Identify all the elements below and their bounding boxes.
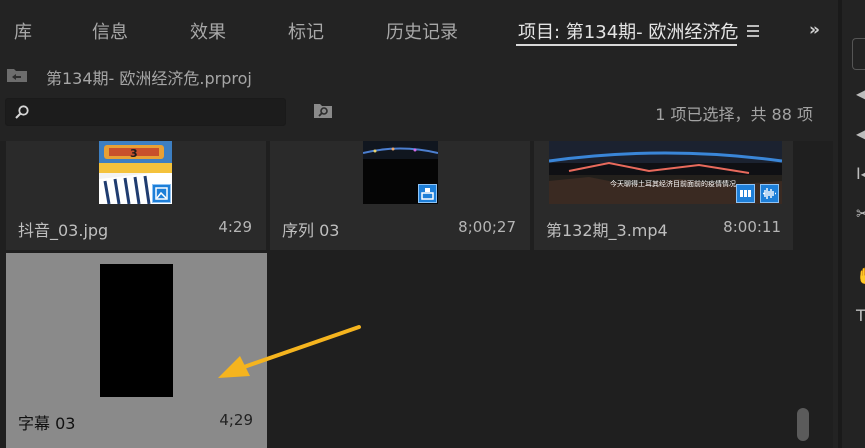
selection-count: 1 项已选择，共 88 项 (655, 105, 813, 124)
sequence-badge-icon (418, 184, 437, 203)
media-item-duration: 4:29 (218, 218, 252, 236)
project-file-name: 第134期- 欧洲经济危.prproj (46, 69, 252, 88)
annotation-arrow (218, 325, 361, 378)
folder-up-icon[interactable] (6, 67, 28, 83)
media-item[interactable]: 3 抖音_03.jpg 4:29 (6, 141, 266, 250)
active-tab-underline (516, 44, 737, 46)
media-item-name: 序列 03 (282, 221, 340, 240)
thumbnail-image (100, 264, 173, 397)
tool-hand-icon[interactable]: ✋ (856, 266, 865, 285)
media-item[interactable]: 序列 03 8;00;27 (270, 141, 530, 250)
tab-effects[interactable]: 效果 (190, 18, 226, 44)
tab-project[interactable]: 项目: 第134期- 欧洲经济危 (518, 18, 738, 44)
media-item-duration: 4;29 (219, 411, 253, 429)
tab-overflow-icon[interactable]: » (809, 20, 820, 40)
media-item-name: 第132期_3.mp4 (546, 221, 668, 240)
tab-info[interactable]: 信息 (92, 18, 128, 44)
media-item[interactable]: 今天聊得土耳其经济目前面前的疫情情况 第132期_3.mp4 8:00:11 (534, 141, 793, 250)
thumbnail-subtitle: 今天聊得土耳其经济目前面前的疫情情况 (610, 180, 736, 188)
media-item-duration: 8:00:11 (723, 218, 781, 236)
panel-menu-icon[interactable] (747, 25, 759, 37)
grid-scrollbar-thumb[interactable] (797, 408, 809, 441)
find-in-bin-icon[interactable] (313, 101, 333, 119)
tab-library[interactable]: 库 (14, 18, 32, 44)
search-icon (15, 105, 29, 119)
search-input[interactable] (5, 98, 286, 126)
tool-razor-icon[interactable]: ✂ (856, 204, 865, 223)
tools-panel (842, 0, 865, 448)
tab-history[interactable]: 历史记录 (386, 18, 458, 44)
media-item-duration: 8;00;27 (458, 218, 516, 236)
image-badge-icon (152, 184, 171, 203)
audio-badge-icon (760, 184, 779, 203)
media-item-name: 字幕 03 (18, 414, 76, 433)
grid-scrollbar-track[interactable] (795, 141, 811, 448)
video-badge-icon (736, 184, 755, 203)
tools-panel-frame (852, 38, 865, 70)
thumbnail-number: 3 (130, 147, 138, 160)
tool-ripple-icon[interactable]: ◀ (856, 124, 865, 143)
tool-back-icon[interactable]: ◀ (856, 84, 865, 103)
tool-type-icon[interactable]: T (856, 306, 865, 325)
media-item-name: 抖音_03.jpg (18, 221, 109, 240)
panel-tab-bar: 库 信息 效果 标记 历史记录 项目: 第134期- 欧洲经济危 » (0, 0, 840, 48)
tool-track-select-icon[interactable]: I◀ (856, 164, 865, 183)
tab-markers[interactable]: 标记 (288, 18, 324, 44)
